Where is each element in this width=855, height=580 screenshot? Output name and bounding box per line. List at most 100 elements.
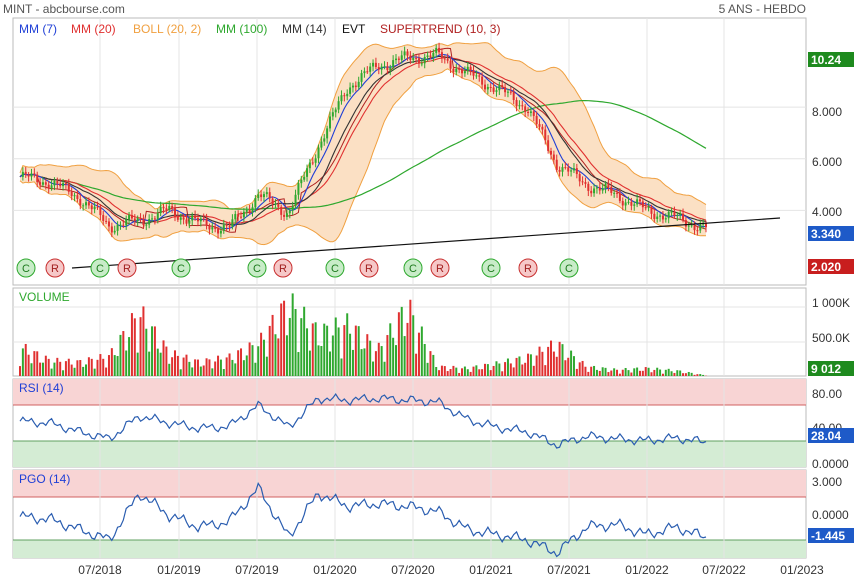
candle-body [374,62,377,67]
volume-bar [423,344,426,376]
volume-bar [251,345,254,376]
volume-bar [636,367,639,376]
volume-badge-text: 9 012 [811,362,841,376]
candle-body [469,66,472,71]
volume-bar [395,345,398,376]
signal-label: C [96,263,104,275]
volume-bar [633,368,636,376]
candle-body [90,205,93,210]
candle-body [590,190,593,194]
candle-body [311,162,314,164]
volume-bar [630,372,633,376]
volume-bar [317,345,320,376]
candle-body [541,126,544,130]
candle-body [87,202,90,206]
volume-bar [53,362,56,376]
x-label: 07/2018 [78,563,122,577]
volume-bar [558,341,561,376]
candle-body [653,213,656,220]
volume-bar [110,348,113,376]
volume-bar [47,358,50,376]
volume-bar [644,367,647,376]
candle-body [62,183,65,187]
candle-body [400,55,403,60]
indicator-legend: MM (7) MM (20) BOLL (20, 2) MM (100) MM … [19,22,500,36]
volume-bar [214,361,217,376]
candle-body [240,216,243,218]
candle-body [555,159,558,171]
x-label: 01/2020 [313,563,357,577]
candle-body [228,225,231,227]
candle-body [105,220,108,222]
volume-bar [90,358,93,376]
signal-label: R [365,263,373,275]
candle-body [245,210,248,212]
volume-bar [343,325,346,376]
candle-body [372,62,375,67]
price-high-badge-text: 10.24 [811,53,841,67]
candle-body [504,87,507,93]
volume-bar [168,363,171,376]
volume-bar [285,335,288,376]
candle-body [466,66,469,72]
volume-bar [593,365,596,376]
volume-bar [618,373,621,376]
candle-body [452,68,455,73]
candle-body [231,219,234,227]
candle-body [647,207,650,209]
candle-body [363,71,366,74]
candle-body [297,183,300,195]
candle-body [366,71,369,73]
volume-bar [498,363,501,376]
volume-bar [679,370,682,376]
candle-body [33,173,36,175]
volume-bar [366,334,369,376]
candle-body [194,215,197,219]
candle-body [618,193,621,201]
price-tick-4: 4.000 [812,205,842,219]
volume-bar [165,346,168,376]
volume-bar [426,362,429,376]
volume-bar [438,370,441,376]
candle-body [314,158,317,163]
candle-body [633,204,636,206]
candle-body [50,185,53,189]
candle-body [36,174,39,183]
volume-bar [24,343,27,376]
volume-bar [234,363,237,376]
candle-body [79,198,82,206]
candle-body [168,206,171,210]
volume-bar [509,363,512,376]
volume-bar [567,357,570,376]
volume-bar [673,372,676,376]
candle-body [323,138,326,142]
candle-body [644,207,647,209]
volume-bar [303,306,306,376]
candle-body [219,230,222,234]
volume-bar [351,349,354,376]
legend-boll: BOLL (20, 2) [133,22,201,36]
candle-body [110,226,113,233]
volume-bar [684,373,687,376]
candle-body [527,111,530,113]
volume-bar [262,339,265,376]
candle-body [326,128,329,139]
candle-body [122,224,125,226]
candle-body [409,55,412,60]
volume-bar [311,323,314,376]
volume-bar [151,326,154,376]
volume-bar [446,371,449,376]
volume-bar [59,361,62,376]
candle-body [616,192,619,194]
candle-body [288,210,291,214]
candle-body [489,86,492,88]
candle-body [699,224,702,231]
price-low-badge-text: 2.020 [811,260,841,274]
volume-bar [179,369,182,376]
candle-body [30,173,33,177]
candle-body [191,215,194,221]
volume-bar [555,356,558,376]
candle-body [96,206,99,208]
legend-mm7: MM (7) [19,22,57,36]
volume-bar [173,350,176,376]
